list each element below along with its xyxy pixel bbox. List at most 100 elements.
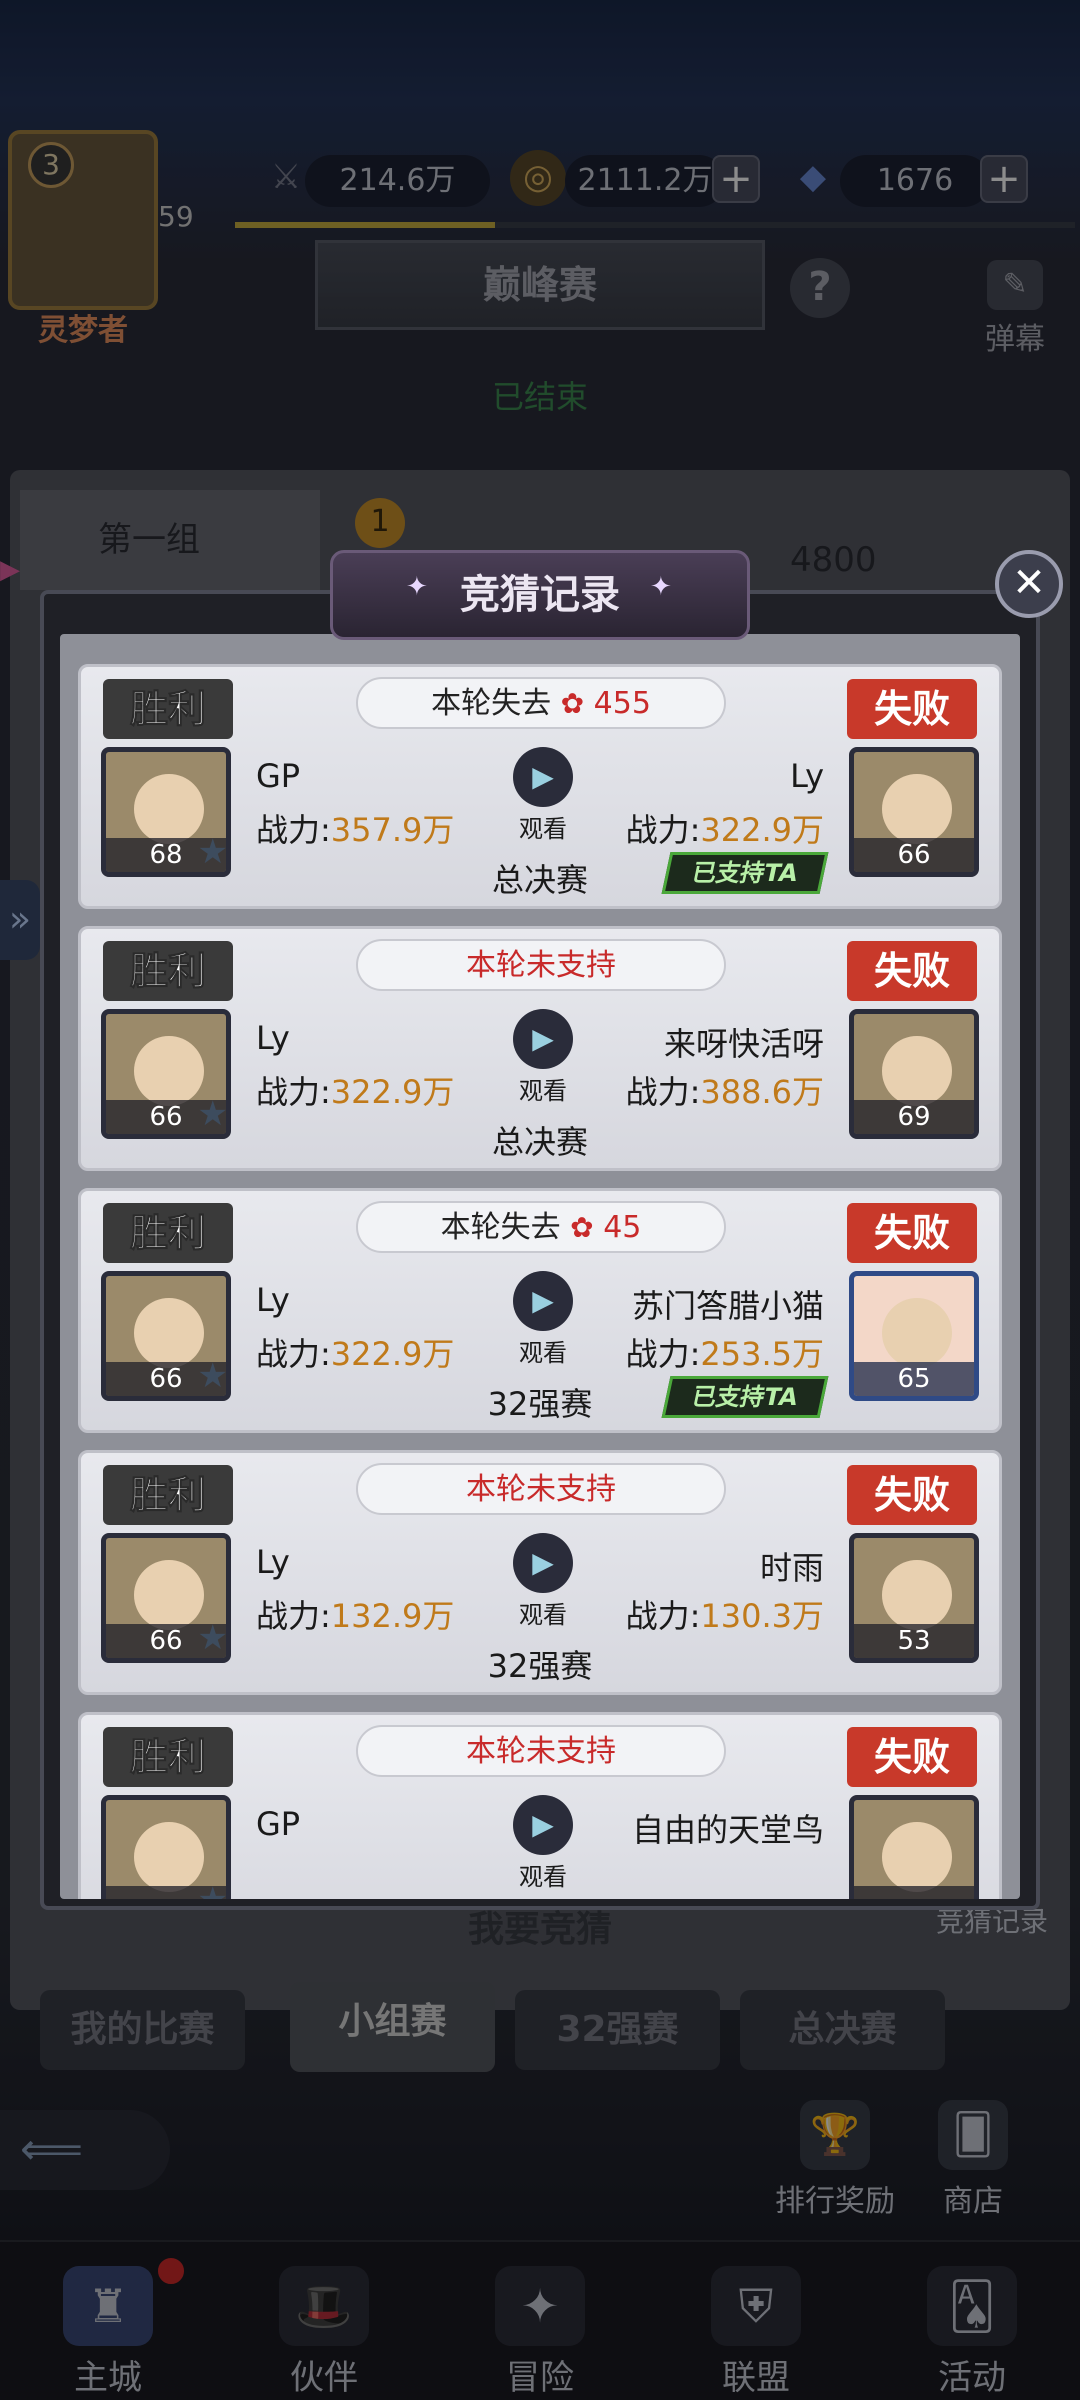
portrait-face xyxy=(134,1036,204,1106)
sparkle-icon: ✦ xyxy=(406,572,428,602)
player-name-left: Ly xyxy=(256,1281,290,1319)
record-card: 胜利失败本轮未支持★6669Ly来呀快活呀战力:322.9万战力:388.6万▶… xyxy=(78,926,1002,1171)
watch-replay-button[interactable]: ▶ 观看 xyxy=(511,1009,575,1106)
status-text: 本轮未支持 xyxy=(466,948,616,983)
watch-replay-button[interactable]: ▶ 观看 xyxy=(511,1533,575,1630)
player-name-left: GP xyxy=(256,757,301,795)
app-root: 3 59 灵梦者 ⚔ 214.6万 ◎ 2111.2万 + ◆ 1676 + 巅… xyxy=(0,0,1080,2400)
status-amount: 455 xyxy=(593,686,651,721)
record-list-container[interactable]: 胜利失败本轮失去 ✿ 455★6866GPLy战力:357.9万战力:322.9… xyxy=(60,634,1020,1899)
portrait-face xyxy=(882,774,952,844)
lose-tag: 失败 xyxy=(847,941,977,1001)
player-level xyxy=(854,1886,974,1899)
power-label: 战力: xyxy=(625,1073,701,1111)
power-label: 战力: xyxy=(256,1597,331,1635)
record-card: 胜利失败本轮失去 ✿ 45★6665Ly苏门答腊小猫战力:322.9万战力:25… xyxy=(78,1188,1002,1433)
watch-replay-button[interactable]: ▶ 观看 xyxy=(511,747,575,844)
power-value: 132.9万 xyxy=(330,1597,455,1635)
portrait-face xyxy=(134,1822,204,1892)
player-portrait-left[interactable]: ★ xyxy=(101,1795,231,1899)
player-name-left: GP xyxy=(256,1805,301,1843)
portrait-face xyxy=(134,774,204,844)
lose-tag: 失败 xyxy=(847,679,977,739)
portrait-face xyxy=(134,1560,204,1630)
supported-badge: 已支持TA xyxy=(661,1376,829,1418)
power-left: 战力:322.9万 xyxy=(256,1329,454,1375)
player-name-right: 苏门答腊小猫 xyxy=(631,1287,824,1325)
watch-label: 观看 xyxy=(519,1863,567,1891)
player-name-left: Ly xyxy=(256,1543,290,1581)
player-name-right: 来呀快活呀 xyxy=(663,1025,824,1063)
status-pill: 本轮未支持 xyxy=(356,1463,726,1515)
power-right: 战力:130.3万 xyxy=(626,1591,824,1637)
play-icon: ▶ xyxy=(513,1795,573,1855)
watch-label: 观看 xyxy=(519,815,567,843)
player-name-right: Ly xyxy=(790,757,824,795)
status-amount: 45 xyxy=(603,1210,642,1245)
record-card: 胜利 失败 本轮未支持 ★ GP 自由的天堂鸟 ▶ 观看 xyxy=(78,1712,1002,1899)
status-text: 本轮失去 xyxy=(440,1210,561,1245)
status-text: 本轮未支持 xyxy=(466,1472,616,1507)
power-label: 战力: xyxy=(625,811,701,849)
power-label: 战力: xyxy=(625,1335,701,1373)
win-tag: 胜利 xyxy=(103,941,233,1001)
power-right: 战力:253.5万 xyxy=(626,1329,824,1375)
portrait-face xyxy=(882,1036,952,1106)
play-icon: ▶ xyxy=(513,747,573,807)
power-value: 388.6万 xyxy=(700,1073,824,1111)
status-pill: 本轮失去 ✿ 45 xyxy=(356,1201,726,1253)
modal-title: 竞猜记录 xyxy=(330,550,750,640)
player-name-right: 自由的天堂鸟 xyxy=(631,1811,824,1849)
play-icon: ▶ xyxy=(513,1009,573,1069)
power-left: 战力:322.9万 xyxy=(256,1067,454,1113)
round-name: 32强赛 xyxy=(487,1385,593,1423)
supported-badge: 已支持TA xyxy=(661,852,829,894)
power-label: 战力: xyxy=(256,1335,331,1373)
round-name: 32强赛 xyxy=(487,1647,593,1685)
lose-tag: 失败 xyxy=(847,1203,977,1263)
power-left: 战力:357.9万 xyxy=(256,805,454,851)
status-pill: 本轮未支持 xyxy=(356,1725,726,1777)
player-level xyxy=(106,1886,226,1899)
power-right: 战力:388.6万 xyxy=(626,1067,824,1113)
lose-tag: 失败 xyxy=(847,1465,977,1525)
round-name: 总决赛 xyxy=(491,861,588,899)
power-label: 战力: xyxy=(256,811,331,849)
record-card: 胜利失败本轮失去 ✿ 455★6866GPLy战力:357.9万战力:322.9… xyxy=(78,664,1002,909)
power-right: 战力:322.9万 xyxy=(626,805,824,851)
portrait-face xyxy=(882,1298,952,1368)
play-icon: ▶ xyxy=(513,1533,573,1593)
play-icon: ▶ xyxy=(513,1271,573,1331)
status-text: 本轮未支持 xyxy=(466,1734,616,1769)
win-tag: 胜利 xyxy=(103,1727,233,1787)
power-label: 战力: xyxy=(256,1073,331,1111)
power-value: 322.9万 xyxy=(330,1335,455,1373)
win-tag: 胜利 xyxy=(103,679,233,739)
record-list: 胜利失败本轮失去 ✿ 455★6866GPLy战力:357.9万战力:322.9… xyxy=(60,634,1020,1899)
portrait-face xyxy=(134,1298,204,1368)
sparkle-icon: ✦ xyxy=(650,572,672,602)
win-tag: 胜利 xyxy=(103,1465,233,1525)
watch-replay-button[interactable]: ▶ 观看 xyxy=(511,1271,575,1368)
win-tag: 胜利 xyxy=(103,1203,233,1263)
power-value: 357.9万 xyxy=(330,811,455,849)
watch-label: 观看 xyxy=(519,1077,567,1105)
player-portrait-right[interactable] xyxy=(849,1795,979,1899)
close-button[interactable]: ✕ xyxy=(995,550,1063,618)
power-value: 322.9万 xyxy=(330,1073,455,1111)
rose-icon: ✿ xyxy=(570,1211,594,1244)
watch-label: 观看 xyxy=(519,1601,567,1629)
power-value: 253.5万 xyxy=(700,1335,824,1373)
power-label: 战力: xyxy=(625,1597,701,1635)
watch-replay-button[interactable]: ▶ 观看 xyxy=(511,1795,575,1892)
player-name-left: Ly xyxy=(256,1019,290,1057)
status-pill: 本轮失去 ✿ 455 xyxy=(356,677,726,729)
status-pill: 本轮未支持 xyxy=(356,939,726,991)
watch-label: 观看 xyxy=(519,1339,567,1367)
player-name-right: 时雨 xyxy=(759,1549,824,1587)
rose-icon: ✿ xyxy=(560,687,585,720)
power-value: 322.9万 xyxy=(700,811,824,849)
power-left: 战力:132.9万 xyxy=(256,1591,454,1637)
lose-tag: 失败 xyxy=(847,1727,977,1787)
portrait-face xyxy=(882,1560,952,1630)
